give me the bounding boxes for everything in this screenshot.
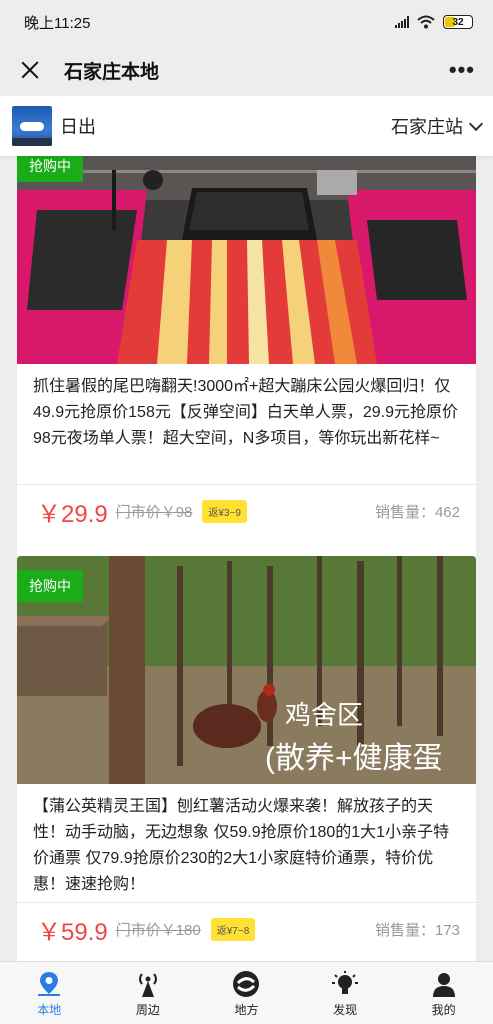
tab-local[interactable]: 本地 (0, 962, 99, 1024)
person-icon (432, 972, 455, 997)
price-row: ￥29.9 门市价￥98 返¥3~9 销售量：462 (17, 485, 476, 537)
deal-image-farm[interactable]: 鸡舍区 (散养+健康蛋 抢购中 (17, 556, 476, 784)
image-caption-coop: 鸡舍区 (285, 700, 363, 730)
tab-label: 发现 (333, 1002, 358, 1017)
deal-description[interactable]: 抓住暑假的尾巴嗨翻天!3000㎡+超大蹦床公园火爆回归！仅49.9元抢原价158… (17, 364, 476, 484)
location-pin-icon (38, 971, 61, 996)
deal-price: ￥29.9 (37, 500, 108, 528)
price-row: ￥59.9 门市价￥180 返¥7~8 销售量：173 (17, 903, 476, 955)
bottom-tab-bar: 本地 周边 地方 发现 我的 (0, 961, 493, 1024)
status-time: 晚上11:25 (24, 14, 91, 32)
tab-label: 周边 (135, 1002, 160, 1017)
rebate-badge: 返¥3~9 (202, 499, 247, 523)
sub-header: 日出 石家庄站 (0, 96, 493, 156)
image-caption-free-range: (散养+健康蛋 (265, 742, 443, 775)
tab-discover[interactable]: 发现 (296, 962, 395, 1024)
tab-label: 本地 (37, 1002, 62, 1017)
sales-count: 销售量：173 (374, 921, 460, 939)
tab-nearby[interactable]: 周边 (99, 962, 198, 1024)
station-label: 石家庄站 (391, 117, 463, 137)
signal-icon (395, 16, 409, 28)
tab-mine[interactable]: 我的 (394, 962, 493, 1024)
close-icon[interactable] (18, 58, 42, 82)
swirl-logo-icon (233, 970, 260, 997)
deal-price: ￥59.9 (37, 918, 108, 946)
rebate-badge: 返¥7~8 (210, 917, 256, 941)
page-title: 石家庄本地 (64, 61, 160, 83)
deal-description[interactable]: 【蒲公英精灵王国】刨红薯活动火爆来袭！解放孩子的天性！动手动脑，无边想象 仅59… (17, 784, 476, 902)
tab-label: 我的 (431, 1002, 456, 1017)
lightbulb-icon (332, 970, 359, 994)
status-badge: 抢购中 (17, 570, 83, 602)
signal-tower-icon (138, 972, 157, 997)
deal-feed: 抢购中 抓住暑假的尾巴嗨翻天!3000㎡+超大蹦床公园火爆回归！仅49.9元抢原… (0, 156, 493, 961)
nav-bar: 石家庄本地 ••• (0, 44, 493, 96)
original-price: 门市价￥98 (115, 503, 193, 521)
sales-count: 销售量：462 (374, 503, 460, 521)
more-options-icon[interactable]: ••• (449, 57, 475, 83)
status-badge: 抢购中 (17, 156, 83, 182)
status-icons: 32 (395, 15, 473, 29)
chevron-down-icon (468, 116, 484, 131)
battery-icon: 32 (443, 15, 473, 29)
station-selector[interactable]: 石家庄站 (391, 113, 484, 139)
brand-name: 日出 (60, 117, 96, 137)
brand-logo[interactable] (12, 106, 52, 146)
farm-woods-image: 鸡舍区 (散养+健康蛋 (17, 556, 476, 784)
tab-label: 地方 (234, 1002, 259, 1017)
deal-card[interactable]: 鸡舍区 (散养+健康蛋 抢购中 【蒲公英精灵王国】刨红薯活动火爆来袭！解放孩子的… (17, 556, 476, 961)
deal-image-trampoline-park[interactable]: 抢购中 (17, 156, 476, 364)
tab-places[interactable]: 地方 (197, 962, 296, 1024)
trampoline-park-image (17, 156, 476, 364)
status-bar: 晚上11:25 32 (0, 0, 493, 44)
wifi-icon (417, 15, 435, 29)
battery-level: 32 (452, 16, 464, 28)
original-price: 门市价￥180 (115, 921, 201, 939)
